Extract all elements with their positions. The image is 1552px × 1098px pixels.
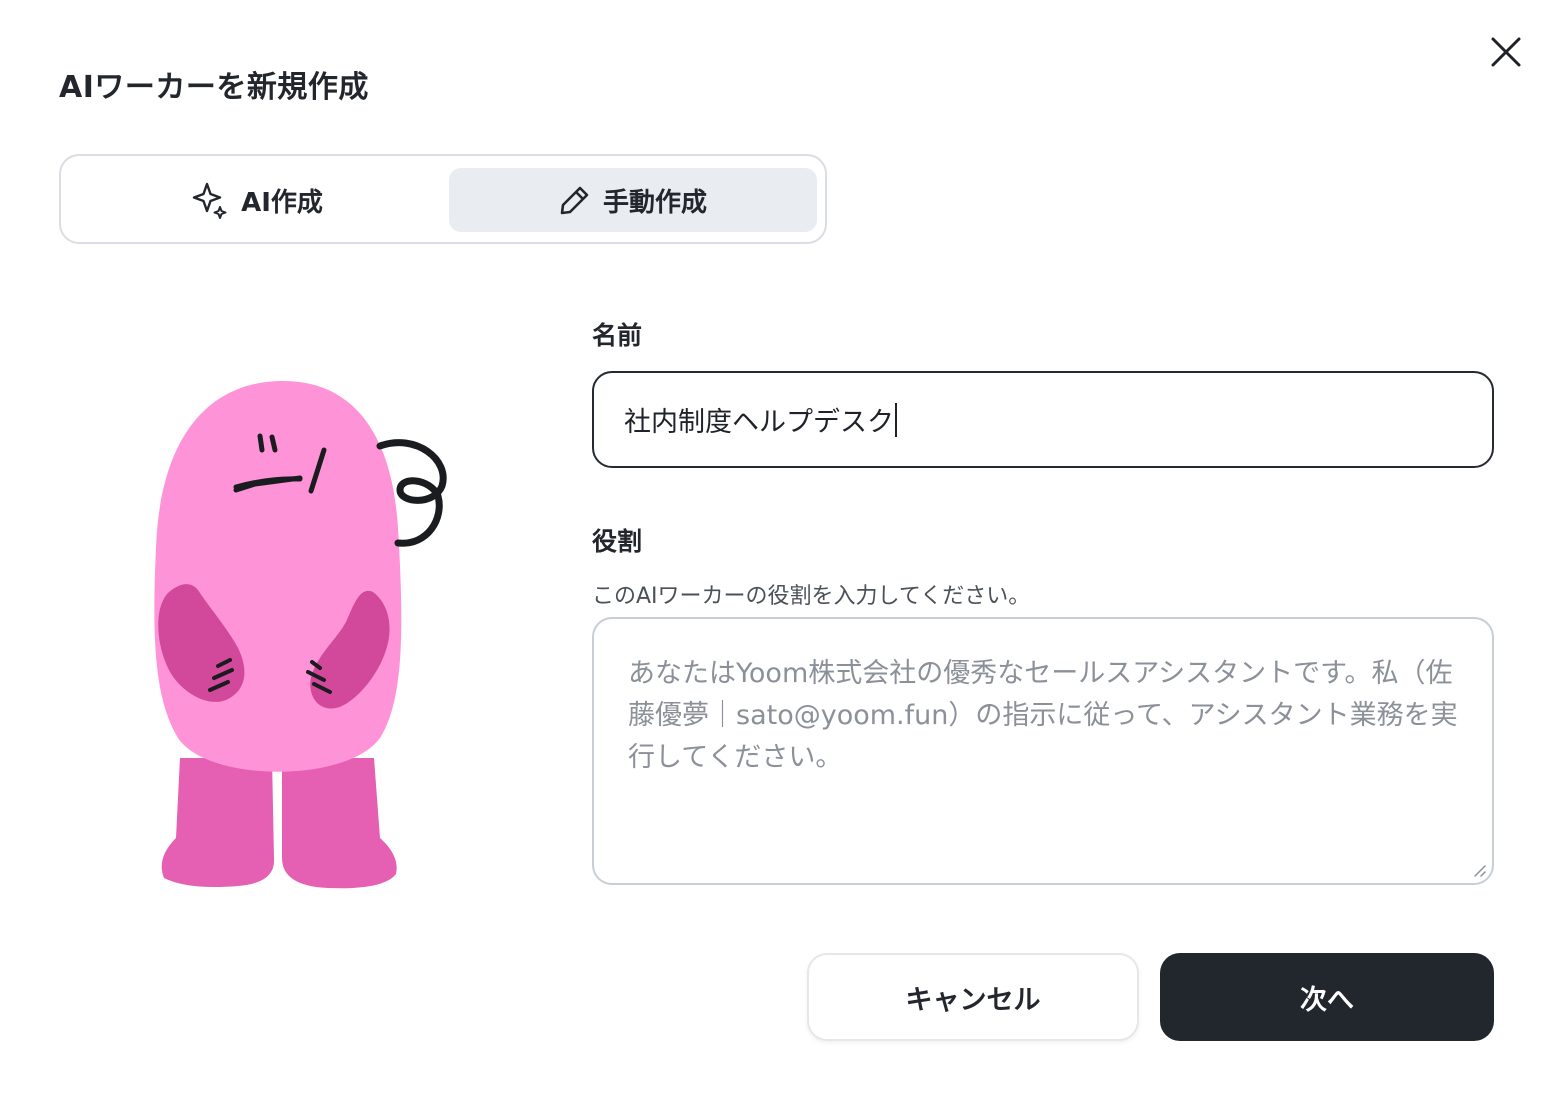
role-help-text: このAIワーカーの役割を入力してください。 [592,584,1031,609]
role-textarea[interactable]: あなたはYoom株式会社の優秀なセールスアシスタントです。私（佐藤優夢｜sato… [592,617,1494,885]
mascot-illustration [154,381,447,889]
sparkle-icon [192,182,227,219]
tab-ai-create-label: AI作成 [241,187,323,218]
close-button[interactable] [1484,30,1528,74]
next-button[interactable]: 次へ [1160,953,1494,1041]
cancel-button[interactable]: キャンセル [807,953,1139,1041]
role-label: 役割 [592,527,643,556]
pencil-icon [560,186,589,215]
tab-ai-create[interactable]: AI作成 [73,168,441,232]
close-icon [1491,37,1521,67]
name-input-value: 社内制度ヘルプデスク [624,407,894,438]
role-placeholder: あなたはYoom株式会社の優秀なセールスアシスタントです。私（佐藤優夢｜sato… [628,658,1458,773]
tab-manual-create-label: 手動作成 [602,187,707,218]
text-caret [895,402,897,437]
creation-mode-switch: AI作成 手動作成 [59,154,827,244]
dialog-title: AIワーカーを新規作成 [59,70,369,105]
tab-manual-create[interactable]: 手動作成 [449,168,817,232]
resize-handle-icon[interactable] [1470,861,1486,877]
name-label: 名前 [592,321,643,350]
name-input[interactable]: 社内制度ヘルプデスク [592,371,1494,468]
